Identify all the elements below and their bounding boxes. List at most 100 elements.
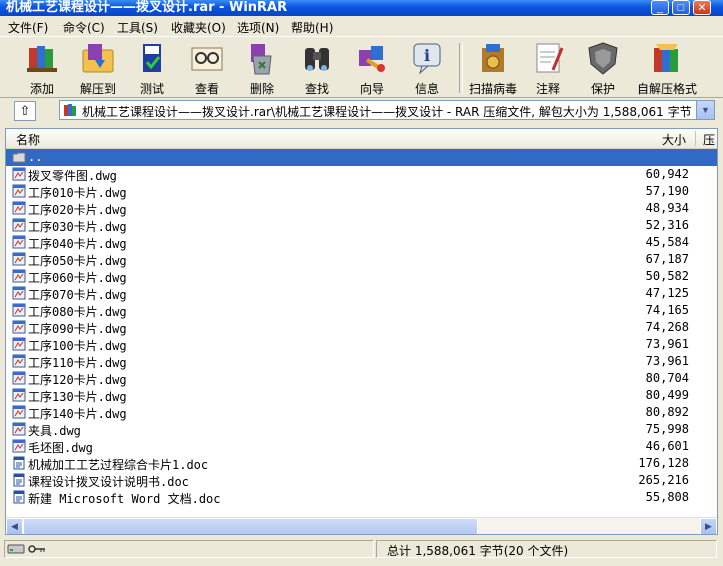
file-row[interactable]: 工序090卡片.dwg 74,268 (6, 319, 717, 336)
delete-button[interactable]: 删除 (236, 40, 288, 96)
address-dropdown-button[interactable]: ▼ (696, 101, 714, 119)
chevron-down-icon: ▼ (701, 105, 710, 115)
scroll-right-button[interactable]: ▶ (700, 518, 717, 534)
extract-to-button[interactable]: 解压到 (72, 40, 124, 96)
menu-bar: 文件(F) 命令(C) 工具(S) 收藏夹(O) 选项(N) 帮助(H) (0, 16, 723, 36)
info-icon: i (413, 43, 441, 75)
status-right-pane: 总计 1,588,061 字节(20 个文件) (376, 540, 717, 558)
dwg-file-icon (12, 252, 26, 266)
dwg-file-icon (12, 184, 26, 198)
file-row[interactable]: 工序040卡片.dwg 45,584 (6, 234, 717, 251)
file-size: 45,584 (645, 235, 689, 249)
protect-button[interactable]: 保护 (577, 40, 629, 96)
toolbar: 添加 解压到 测试 查看 删除 查找 向导 i 信息 扫描病毒 注释 保护 自解… (0, 36, 723, 98)
virus-scan-button[interactable]: 扫描病毒 (467, 40, 519, 96)
menu-help[interactable]: 帮助(H) (291, 19, 333, 36)
find-button[interactable]: 查找 (291, 40, 343, 96)
file-row[interactable]: 工序070卡片.dwg 47,125 (6, 285, 717, 302)
address-field[interactable]: 机械工艺课程设计——拨叉设计.rar\机械工艺课程设计——拨叉设计 - RAR … (59, 100, 715, 120)
menu-file[interactable]: 文件(F) (8, 19, 48, 36)
file-row[interactable]: 机械加工工艺过程综合卡片1.doc 176,128 (6, 455, 717, 472)
window-title: 机械工艺课程设计——拨叉设计.rar - WinRAR (6, 0, 288, 15)
sfx-icon (654, 44, 678, 72)
file-size: 74,268 (645, 320, 689, 334)
menu-commands[interactable]: 命令(C) (63, 19, 105, 36)
wizard-icon (359, 46, 385, 72)
dwg-file-icon (12, 422, 26, 436)
file-row[interactable]: 新建 Microsoft Word 文档.doc 55,808 (6, 489, 717, 506)
file-name: 工序050卡片.dwg (28, 254, 127, 268)
column-divider[interactable] (695, 131, 696, 146)
file-row[interactable]: 工序100卡片.dwg 73,961 (6, 336, 717, 353)
protect-shield-icon (588, 42, 618, 75)
comment-icon (536, 43, 564, 73)
file-size: 75,998 (645, 422, 689, 436)
scroll-left-button[interactable]: ◀ (6, 518, 23, 534)
test-button[interactable]: 测试 (126, 40, 178, 96)
file-name: .. (28, 150, 43, 164)
file-name: 工序080卡片.dwg (28, 305, 127, 319)
maximize-button[interactable]: □ (672, 0, 690, 15)
status-left-pane (4, 540, 374, 558)
file-name: 课程设计拨叉设计说明书.doc (28, 475, 189, 489)
menu-options[interactable]: 选项(N) (237, 19, 279, 36)
file-row[interactable]: 工序110卡片.dwg 73,961 (6, 353, 717, 370)
up-folder-button[interactable]: ⇧ (14, 101, 36, 121)
close-button[interactable]: ✕ (693, 0, 711, 15)
file-row[interactable]: 工序140卡片.dwg 80,892 (6, 404, 717, 421)
dwg-file-icon (12, 201, 26, 215)
menu-favorites[interactable]: 收藏夹(O) (171, 19, 226, 36)
column-packed[interactable]: 压 (703, 131, 715, 148)
horizontal-scrollbar[interactable]: ◀ ▶ (6, 517, 717, 534)
file-row[interactable]: 工序010卡片.dwg 57,190 (6, 183, 717, 200)
title-bar: 机械工艺课程设计——拨叉设计.rar - WinRAR _ □ ✕ (0, 0, 723, 16)
file-row[interactable]: 工序020卡片.dwg 48,934 (6, 200, 717, 217)
menu-tools[interactable]: 工具(S) (117, 19, 158, 36)
file-size: 73,961 (645, 354, 689, 368)
file-size: 46,601 (645, 439, 689, 453)
file-size: 176,128 (638, 456, 689, 470)
file-name: 工序110卡片.dwg (28, 356, 127, 370)
file-name: 拨叉零件图.dwg (28, 169, 117, 183)
info-button[interactable]: i 信息 (401, 40, 453, 96)
file-size: 80,704 (645, 371, 689, 385)
dwg-file-icon (12, 235, 26, 249)
file-size: 60,942 (645, 167, 689, 181)
dwg-file-icon (12, 218, 26, 232)
parent-folder-row[interactable]: .. (6, 149, 717, 166)
column-name[interactable]: 名称 (16, 131, 40, 148)
file-row[interactable]: 课程设计拨叉设计说明书.doc 265,216 (6, 472, 717, 489)
file-size: 74,165 (645, 303, 689, 317)
file-name: 工序010卡片.dwg (28, 186, 127, 200)
sfx-button[interactable]: 自解压格式 (634, 40, 700, 96)
chevron-left-icon: ◀ (11, 521, 18, 531)
test-book-icon (143, 44, 161, 72)
scroll-thumb[interactable] (23, 518, 478, 534)
file-row[interactable]: 工序120卡片.dwg 80,704 (6, 370, 717, 387)
file-list[interactable]: 名称 大小 压 .. 拨叉零件图.dwg 60,942 工序010卡片.dwg 57,1… (5, 128, 718, 535)
word-document-icon (13, 473, 25, 487)
delete-recycle-icon (251, 44, 272, 75)
dwg-file-icon (12, 439, 26, 453)
svg-text:i: i (424, 46, 430, 65)
file-row[interactable]: 工序080卡片.dwg 74,165 (6, 302, 717, 319)
file-row[interactable]: 拨叉零件图.dwg 60,942 (6, 166, 717, 183)
wizard-button[interactable]: 向导 (346, 40, 398, 96)
file-size: 80,499 (645, 388, 689, 402)
add-button[interactable]: 添加 (16, 40, 68, 96)
column-size[interactable]: 大小 (662, 131, 686, 148)
file-row[interactable]: 夹具.dwg 75,998 (6, 421, 717, 438)
file-row[interactable]: 毛坯图.dwg 46,601 (6, 438, 717, 455)
file-row[interactable]: 工序060卡片.dwg 50,582 (6, 268, 717, 285)
file-row[interactable]: 工序030卡片.dwg 52,316 (6, 217, 717, 234)
file-row[interactable]: 工序130卡片.dwg 80,499 (6, 387, 717, 404)
view-button[interactable]: 查看 (181, 40, 233, 96)
file-size: 50,582 (645, 269, 689, 283)
file-row[interactable]: 工序050卡片.dwg 67,187 (6, 251, 717, 268)
extract-folder-icon (82, 44, 114, 73)
file-name: 工序060卡片.dwg (28, 271, 127, 285)
comment-button[interactable]: 注释 (522, 40, 574, 96)
file-name: 工序020卡片.dwg (28, 203, 127, 217)
minimize-button[interactable]: _ (651, 0, 669, 15)
drive-key-icon (7, 544, 45, 554)
